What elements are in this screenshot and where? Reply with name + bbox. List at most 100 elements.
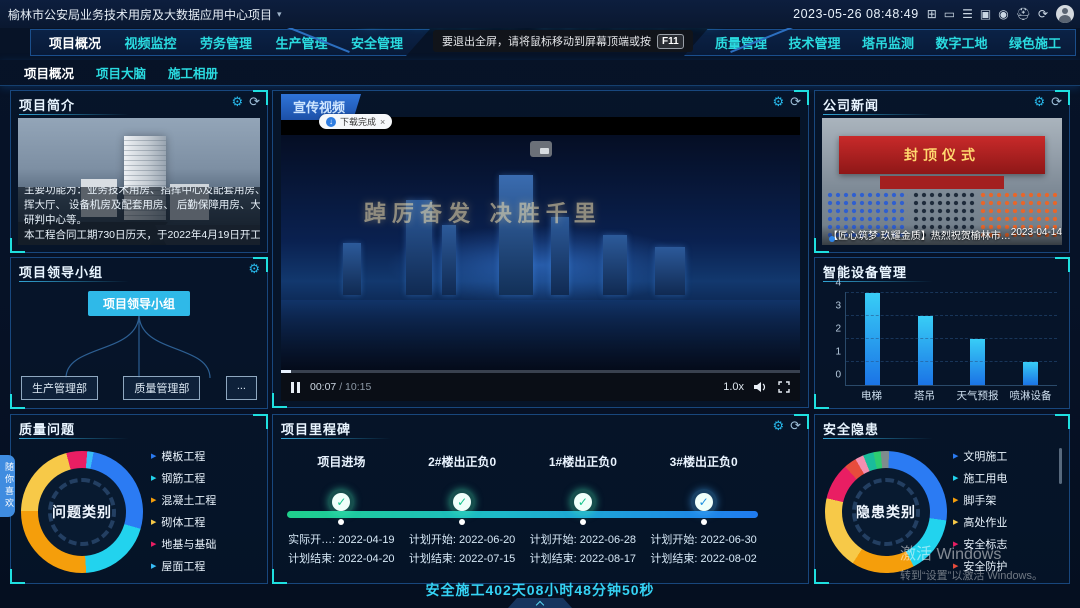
legend-item[interactable]: ▶ 施工用电 [953, 467, 1063, 489]
playback-speed[interactable]: 1.0x [723, 381, 744, 393]
apps-grid-icon[interactable]: ⊞ [927, 8, 937, 20]
legend-item[interactable]: ▶ 模板工程 [151, 445, 261, 467]
camera-icon[interactable]: ◉ [998, 8, 1008, 20]
nav-tab-video-monitor[interactable]: 视频监控 [124, 33, 176, 52]
project-selector[interactable]: 榆林市公安局业务技术用房及大数据应用中心项目 ▾ [0, 6, 282, 23]
legend-label: 模板工程 [161, 451, 206, 463]
gear-icon[interactable]: ⚙ [772, 419, 784, 432]
project-title: 榆林市公安局业务技术用房及大数据应用中心项目 [8, 7, 273, 22]
collapse-tab[interactable] [508, 598, 572, 608]
nav-tab-tower-crane-monitor[interactable]: 塔吊监测 [862, 33, 914, 52]
panel-header: 项目领导小组 ⚙ [11, 258, 267, 282]
fullscreen-icon[interactable] [778, 381, 790, 393]
org-child-node[interactable]: 质量管理部 [123, 376, 201, 400]
refresh-icon[interactable]: ⟳ [790, 95, 801, 108]
video-player[interactable]: 踔厉奋发 决胜千里 00:07 / 10:15 1.0x [281, 117, 800, 401]
close-icon[interactable]: × [380, 117, 385, 127]
volume-icon[interactable] [754, 381, 768, 393]
org-child-node[interactable]: ... [225, 376, 257, 400]
legend-item[interactable]: ▶ 安全标志 [953, 533, 1063, 555]
legend-item[interactable]: ▶ 地基与基础 [151, 533, 261, 555]
datetime: 2023-05-26 08:48:49 [793, 7, 919, 21]
picture-in-picture-icon[interactable] [529, 141, 552, 157]
legend-item[interactable]: ▶ 脚手架 [953, 489, 1063, 511]
refresh-icon[interactable]: ⟳ [249, 95, 260, 108]
legend-item[interactable]: ▶ 文明施工 [953, 445, 1063, 467]
list-icon[interactable]: ☰ [962, 8, 973, 20]
legend-item[interactable]: ▶ 高处作业 [953, 511, 1063, 533]
legend-label: 地基与基础 [161, 539, 217, 551]
legend-label: 文明施工 [963, 451, 1008, 463]
gear-icon[interactable]: ⚙ [231, 95, 243, 108]
gridline [846, 315, 1057, 316]
download-chip[interactable]: ↓ 下载完成 × [319, 114, 393, 129]
subnav-tab-project-brain[interactable]: 项目大脑 [96, 63, 146, 82]
screen-icon[interactable]: ▭ [944, 8, 955, 20]
legend-label: 高处作业 [963, 517, 1008, 529]
refresh-icon[interactable]: ⟳ [790, 419, 801, 432]
legend-marker-icon: ▶ [953, 496, 959, 504]
subnav-tab-project-overview[interactable]: 项目概况 [24, 63, 74, 82]
nav-tab-labor-management[interactable]: 劳务管理 [200, 33, 252, 52]
intro-line: 研判中心等。 [24, 214, 87, 226]
nav-tab-technical-management[interactable]: 技术管理 [788, 33, 840, 52]
user-avatar[interactable] [1056, 5, 1074, 23]
legend-item[interactable]: ▶ 砌体工程 [151, 511, 261, 533]
milestone-start-date: 计划开始: 2022-06-28 [529, 534, 637, 546]
pause-button[interactable] [291, 381, 300, 393]
subnav-tab-construction-album[interactable]: 施工相册 [168, 63, 218, 82]
milestone-end-date: 计划结束: 2022-08-02 [650, 553, 757, 565]
legend-item[interactable]: ▶基础工程 [953, 577, 1063, 579]
milestone: 1#楼出正负0 ✓ 计划开始: 2022-06-28 计划结束: 2022-08-17 [523, 439, 644, 583]
milestone-end-date: 计划结束: 2022-04-20 [288, 553, 395, 565]
org-child-node[interactable]: 生产管理部 [21, 376, 98, 400]
milestone-end-date: 计划结束: 2022-07-15 [408, 553, 516, 565]
news-photo[interactable]: 封顶仪式 【匠心筑梦 玖耀金质】热烈祝贺榆林市… 2023-04-14 [822, 118, 1062, 245]
legend-item[interactable]: ▶ 钢筋工程 [151, 467, 261, 489]
side-widget-tab[interactable]: 随你喜欢 [0, 455, 15, 517]
legend-label: 脚手架 [963, 495, 997, 507]
nav-tab-project-overview[interactable]: 项目概况 [49, 33, 101, 52]
refresh-icon[interactable]: ⟳ [1051, 95, 1062, 108]
legend-marker-icon: ▶ [151, 562, 157, 570]
gear-icon[interactable]: ⚙ [248, 262, 260, 275]
fullscreen-tip-text: 要退出全屏，请将鼠标移动到屏幕顶端或按 [442, 36, 651, 48]
nav-tab-green-construction[interactable]: 绿色施工 [1009, 33, 1061, 52]
monitor-icon[interactable]: ▣ [980, 8, 991, 20]
bar [917, 316, 933, 385]
panel-quality-issues: 质量问题 问题类别 ▶ 模板工程 ▶ 钢筋工程 ▶ 混凝土工程 ▶ 砌体工程 ▶ 地基与基础 ▶ 屋面… [10, 414, 268, 584]
milestone-start-date: 实际开…: 2022-04-19 [288, 534, 395, 546]
milestone-node: ✓ [281, 473, 402, 525]
dashboard-screen: 榆林市公安局业务技术用房及大数据应用中心项目 ▾ 2023-05-26 08:4… [0, 0, 1080, 608]
carousel-indicator[interactable] [829, 236, 835, 242]
legend-item[interactable]: ▶ 安全防护 [953, 555, 1063, 577]
legend-item[interactable]: ▶水利水电 [151, 577, 261, 579]
refresh-icon[interactable]: ⟳ [1038, 8, 1048, 20]
nav-tab-production-management[interactable]: 生产管理 [275, 33, 327, 52]
milestone-dates: 计划开始: 2022-06-20 计划结束: 2022-07-15 [402, 531, 523, 569]
building-silhouette [343, 243, 362, 296]
org-root-node[interactable]: 项目领导小组 [87, 291, 191, 316]
milestone-check-icon: ✓ [690, 489, 717, 515]
video-calligraphy-text: 踔厉奋发 决胜千里 [364, 201, 602, 228]
legend-label: 屋面工程 [161, 561, 206, 573]
legend-marker-icon: ▶ [151, 496, 157, 504]
toolbar-icons: ⊞ ▭ ☰ ▣ ◉ ⛑ ⟳ [927, 8, 1048, 20]
milestone-label: 项目进场 [317, 455, 366, 469]
helmet-icon[interactable]: ⛑ [1016, 8, 1031, 20]
gear-icon[interactable]: ⚙ [1033, 95, 1045, 108]
panel-promo-video: 宣传视频 ⚙ ⟳ ↓ 下载完成 × 踔厉奋发 决胜千里 00:07 / 10:1… [272, 90, 809, 408]
x-tick-label: 电梯 [861, 390, 882, 402]
legend-scrollbar[interactable] [1059, 448, 1062, 484]
legend-item[interactable]: ▶ 混凝土工程 [151, 489, 261, 511]
time-separator: / [339, 381, 343, 393]
gear-icon[interactable]: ⚙ [772, 95, 784, 108]
news-caption: 【匠心筑梦 玖耀金质】热烈祝贺榆林市… [828, 231, 1011, 242]
milestone-dot [700, 519, 707, 525]
f11-key-badge: F11 [657, 33, 684, 49]
nav-tab-digital-site[interactable]: 数字工地 [935, 33, 987, 52]
legend-item[interactable]: ▶ 屋面工程 [151, 555, 261, 577]
legend-marker-icon: ▶ [151, 540, 157, 548]
panel-title: 安全隐患 [823, 422, 880, 437]
fullscreen-tip: 要退出全屏，请将鼠标移动到屏幕顶端或按 F11 [433, 30, 693, 52]
